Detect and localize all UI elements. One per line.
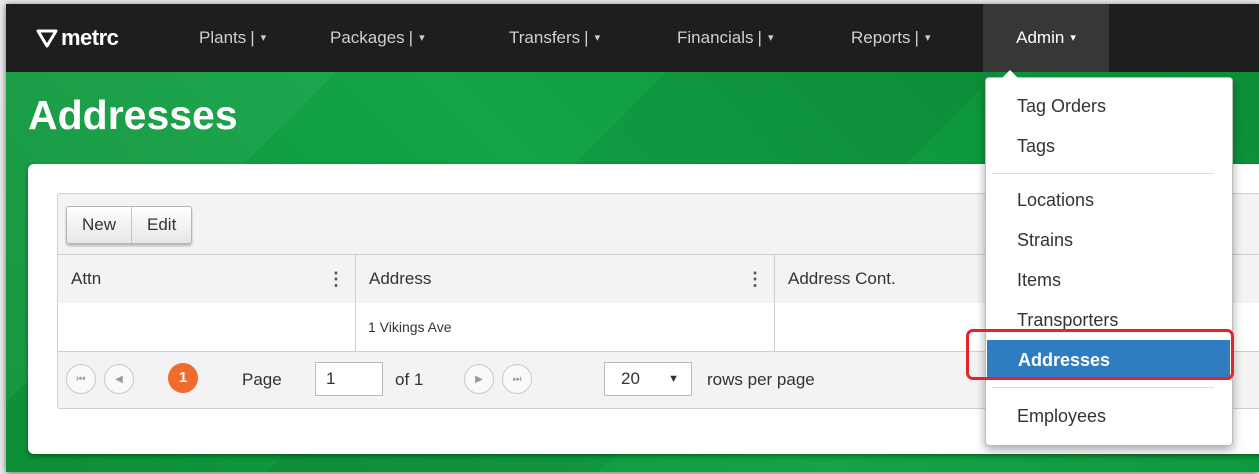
menu-divider: [992, 173, 1214, 174]
menu-item-employees[interactable]: Employees: [986, 396, 1232, 436]
page-title: Addresses: [28, 92, 238, 138]
cell-attn: [58, 303, 355, 351]
logo-text: metrc: [61, 25, 119, 50]
nav-plants[interactable]: Plants | ▾: [199, 4, 266, 72]
nav-reports[interactable]: Reports | ▾: [851, 4, 930, 72]
metrc-logo[interactable]: metrc: [36, 23, 119, 53]
column-header-address[interactable]: Address ⋮: [356, 255, 774, 303]
grid-toolbar: New Edit: [66, 206, 193, 244]
nav-financials[interactable]: Financials | ▾: [677, 4, 774, 72]
first-page-icon[interactable]: ⏮: [66, 364, 96, 394]
nav-packages[interactable]: Packages | ▾: [330, 4, 425, 72]
chevron-down-icon: ▾: [1070, 32, 1076, 44]
column-menu-icon[interactable]: ⋮: [327, 255, 345, 303]
chevron-down-icon: ▾: [260, 32, 267, 44]
top-navbar: metrc Plants | ▾ Packages | ▾ Transfers | ▾ Fi…: [6, 4, 1259, 72]
caret-down-icon: ▼: [668, 373, 679, 385]
callout-highlight-box: [966, 329, 1234, 380]
admin-dropdown-menu: Tag Orders Tags Locations Strains Items …: [985, 70, 1233, 446]
chevron-down-icon: ▾: [767, 32, 774, 44]
app-window: metrc Plants | ▾ Packages | ▾ Transfers | ▾ Fi…: [6, 4, 1259, 472]
menu-item-tags[interactable]: Tags: [986, 126, 1232, 166]
page-count-label: of 1: [395, 370, 424, 389]
menu-item-tag-orders[interactable]: Tag Orders: [986, 86, 1232, 126]
rows-per-page-label: rows per page: [707, 370, 815, 389]
metrc-shield-icon: [36, 29, 58, 48]
chevron-down-icon: ▾: [594, 32, 601, 44]
page-number-input[interactable]: 1: [315, 362, 383, 396]
menu-item-items[interactable]: Items: [986, 260, 1232, 300]
menu-item-locations[interactable]: Locations: [986, 180, 1232, 220]
next-page-icon[interactable]: ▶: [464, 364, 494, 394]
new-button[interactable]: New: [67, 207, 131, 243]
column-menu-icon[interactable]: ⋮: [746, 255, 764, 303]
edit-button[interactable]: Edit: [131, 207, 191, 243]
chevron-down-icon: ▾: [419, 32, 425, 44]
menu-item-strains[interactable]: Strains: [986, 220, 1232, 260]
nav-admin[interactable]: Admin ▾: [983, 4, 1109, 72]
current-page-badge[interactable]: 1: [168, 363, 198, 393]
prev-page-icon[interactable]: ◀: [104, 364, 134, 394]
page-label: Page: [242, 370, 282, 389]
rows-per-page-select[interactable]: 20 ▼: [604, 362, 692, 396]
menu-divider: [992, 387, 1214, 388]
last-page-icon[interactable]: ⏭: [502, 364, 532, 394]
chevron-down-icon: ▾: [924, 32, 931, 44]
cell-address: 1 Vikings Ave: [368, 319, 452, 335]
nav-transfers[interactable]: Transfers | ▾: [509, 4, 600, 72]
column-header-attn[interactable]: Attn ⋮: [58, 255, 355, 303]
